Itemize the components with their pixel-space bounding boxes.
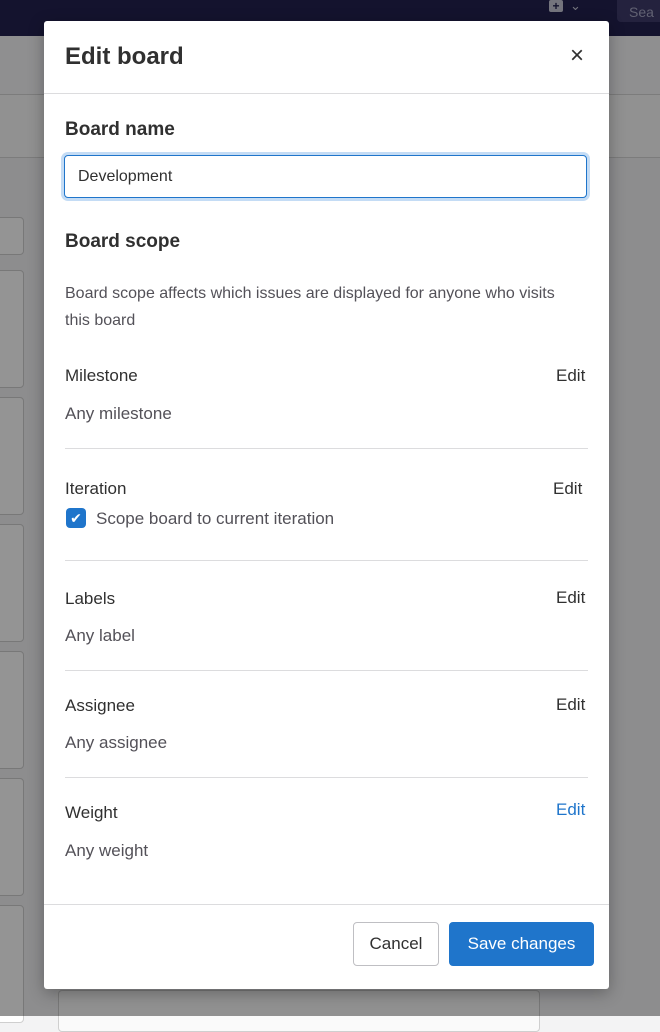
labels-title: Labels <box>65 589 116 608</box>
weight-value: Any weight <box>65 841 149 860</box>
labels-value: Any label <box>65 626 135 645</box>
assignee-title: Assignee <box>65 696 135 715</box>
weight-edit-link[interactable]: Edit <box>556 800 585 820</box>
divider <box>65 777 588 778</box>
board-name-input[interactable] <box>64 155 587 198</box>
edit-board-modal: Edit board × Board name Board scope Boar… <box>44 21 609 989</box>
iteration-edit-link[interactable]: Edit <box>553 479 582 499</box>
board-scope-description: Board scope affects which issues are dis… <box>65 285 555 329</box>
iteration-title: Iteration <box>65 479 127 498</box>
divider <box>65 670 588 671</box>
close-icon[interactable]: × <box>562 41 592 71</box>
modal-title: Edit board <box>65 43 184 70</box>
board-name-label: Board name <box>65 119 175 140</box>
milestone-title: Milestone <box>65 366 138 385</box>
save-changes-button[interactable]: Save changes <box>449 922 594 966</box>
scope-current-iteration-label[interactable]: Scope board to current iteration <box>96 509 334 529</box>
scope-current-iteration-checkbox[interactable]: ✔ <box>66 508 86 528</box>
labels-edit-link[interactable]: Edit <box>556 588 585 608</box>
modal-header: Edit board × <box>44 21 609 94</box>
board-scope-label: Board scope <box>65 231 181 252</box>
divider <box>65 448 588 449</box>
assignee-edit-link[interactable]: Edit <box>556 695 585 715</box>
weight-title: Weight <box>65 803 118 822</box>
modal-footer: Cancel Save changes <box>44 904 609 990</box>
milestone-value: Any milestone <box>65 404 172 423</box>
cancel-button[interactable]: Cancel <box>353 922 439 966</box>
milestone-edit-link[interactable]: Edit <box>556 366 585 386</box>
check-icon: ✔ <box>70 510 82 526</box>
divider <box>65 560 588 561</box>
assignee-value: Any assignee <box>65 733 168 752</box>
